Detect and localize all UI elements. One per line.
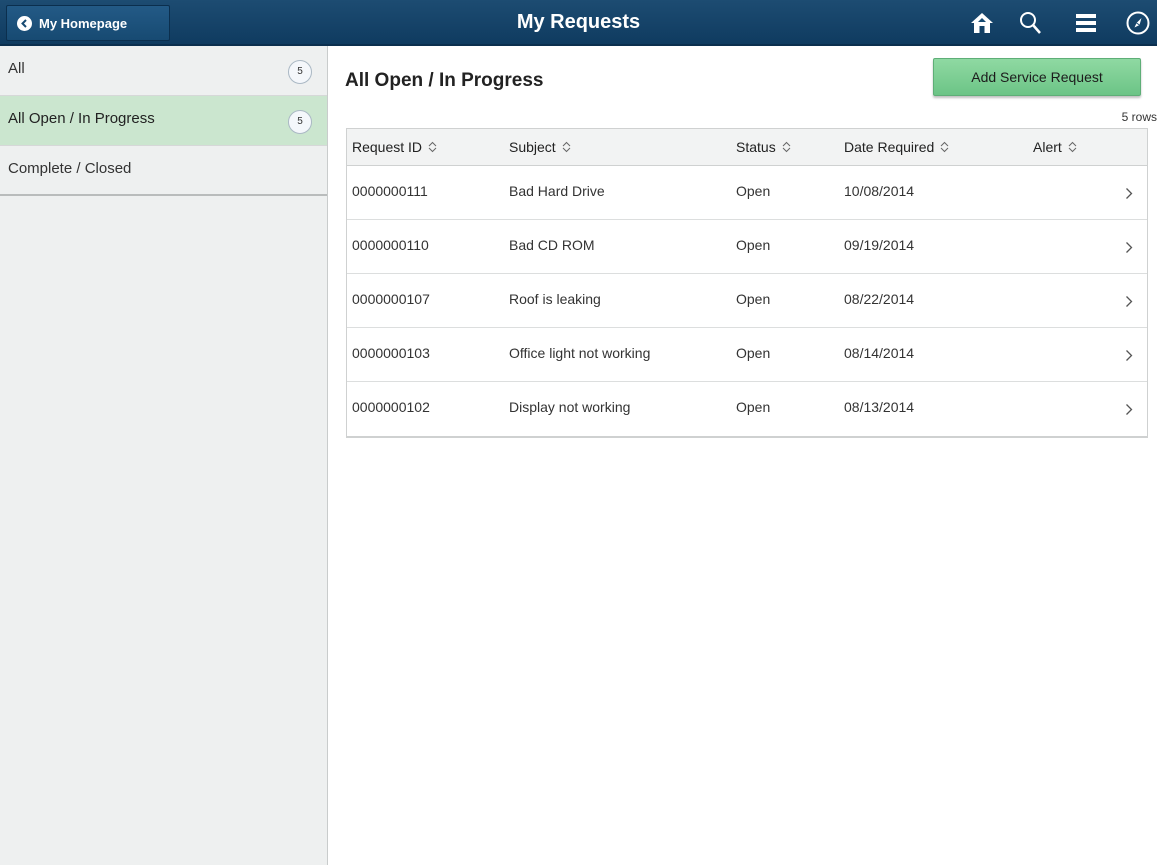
subject-cell: Office light not working <box>509 345 651 361</box>
sidebar-item-label: All Open / In Progress <box>8 110 155 127</box>
top-banner: My Homepage My Requests <box>0 0 1157 46</box>
request-id-cell: 0000000110 <box>352 237 429 253</box>
status-cell: Open <box>736 237 771 253</box>
table-row[interactable]: 0000000102 Display not working Open 08/1… <box>347 382 1147 436</box>
main-content: All Open / In Progress Add Service Reque… <box>329 46 1157 865</box>
table-row[interactable]: 0000000111 Bad Hard Drive Open 10/08/201… <box>347 166 1147 220</box>
menu-icon[interactable] <box>1073 10 1099 36</box>
status-cell: Open <box>736 291 771 307</box>
sort-icon <box>562 141 571 153</box>
chevron-right-icon <box>1126 296 1133 307</box>
page-title: All Open / In Progress <box>345 70 544 91</box>
column-header-subject[interactable]: Subject <box>509 139 571 155</box>
status-cell: Open <box>736 399 771 415</box>
column-header-label: Subject <box>509 139 556 155</box>
sidebar-item-all-open-in-progress[interactable]: All Open / In Progress 5 <box>0 96 327 146</box>
date-required-cell: 09/19/2014 <box>844 237 915 253</box>
status-cell: Open <box>736 183 771 199</box>
sort-icon <box>940 141 949 153</box>
sidebar-item-all[interactable]: All 5 <box>0 46 327 96</box>
column-header-label: Request ID <box>352 139 423 155</box>
request-id-cell: 0000000102 <box>352 399 430 415</box>
column-header-label: Status <box>736 139 776 155</box>
subject-cell: Roof is leaking <box>509 291 601 307</box>
subject-cell: Display not working <box>509 399 631 415</box>
column-header-request-id[interactable]: Request ID <box>352 139 437 155</box>
column-header-date-required[interactable]: Date Required <box>844 139 949 155</box>
back-button-label: My Homepage <box>39 15 128 31</box>
chevron-right-icon <box>1126 242 1133 253</box>
sidebar-item-label: Complete / Closed <box>8 160 132 177</box>
sort-icon <box>782 141 791 153</box>
sort-icon <box>428 141 437 153</box>
subject-cell: Bad Hard Drive <box>509 183 605 199</box>
navbar-icon[interactable] <box>1125 10 1151 36</box>
sort-icon <box>1068 141 1077 153</box>
add-service-request-button[interactable]: Add Service Request <box>933 58 1141 96</box>
grid-header: Request ID Subject Status Date Required … <box>347 129 1147 166</box>
count-badge: 5 <box>288 60 312 84</box>
sidebar-item-complete-closed[interactable]: Complete / Closed <box>0 146 327 196</box>
chevron-right-icon <box>1126 404 1133 415</box>
request-id-cell: 0000000103 <box>352 345 430 361</box>
status-cell: Open <box>736 345 771 361</box>
column-header-label: Date Required <box>844 139 935 155</box>
sidebar-item-label: All <box>8 60 25 77</box>
table-row[interactable]: 0000000110 Bad CD ROM Open 09/19/2014 <box>347 220 1147 274</box>
date-required-cell: 08/14/2014 <box>844 345 915 361</box>
column-header-label: Alert <box>1033 139 1062 155</box>
rows-count: 5 rows <box>1121 110 1157 124</box>
home-icon[interactable] <box>969 10 995 36</box>
date-required-cell: 10/08/2014 <box>844 183 915 199</box>
date-required-cell: 08/22/2014 <box>844 291 915 307</box>
chevron-left-icon <box>17 15 32 31</box>
requests-grid: Request ID Subject Status Date Required … <box>346 128 1148 438</box>
back-to-homepage-button[interactable]: My Homepage <box>6 5 170 41</box>
date-required-cell: 08/13/2014 <box>844 399 915 415</box>
chevron-right-icon <box>1126 188 1133 199</box>
chevron-right-icon <box>1126 350 1133 361</box>
column-header-alert[interactable]: Alert <box>1033 139 1077 155</box>
count-badge: 5 <box>288 110 312 134</box>
table-row[interactable]: 0000000107 Roof is leaking Open 08/22/20… <box>347 274 1147 328</box>
search-icon[interactable] <box>1017 10 1043 36</box>
request-id-cell: 0000000107 <box>352 291 430 307</box>
table-row[interactable]: 0000000103 Office light not working Open… <box>347 328 1147 382</box>
sidebar: All 5 All Open / In Progress 5 Complete … <box>0 46 328 865</box>
column-header-status[interactable]: Status <box>736 139 791 155</box>
request-id-cell: 0000000111 <box>352 183 428 199</box>
subject-cell: Bad CD ROM <box>509 237 595 253</box>
